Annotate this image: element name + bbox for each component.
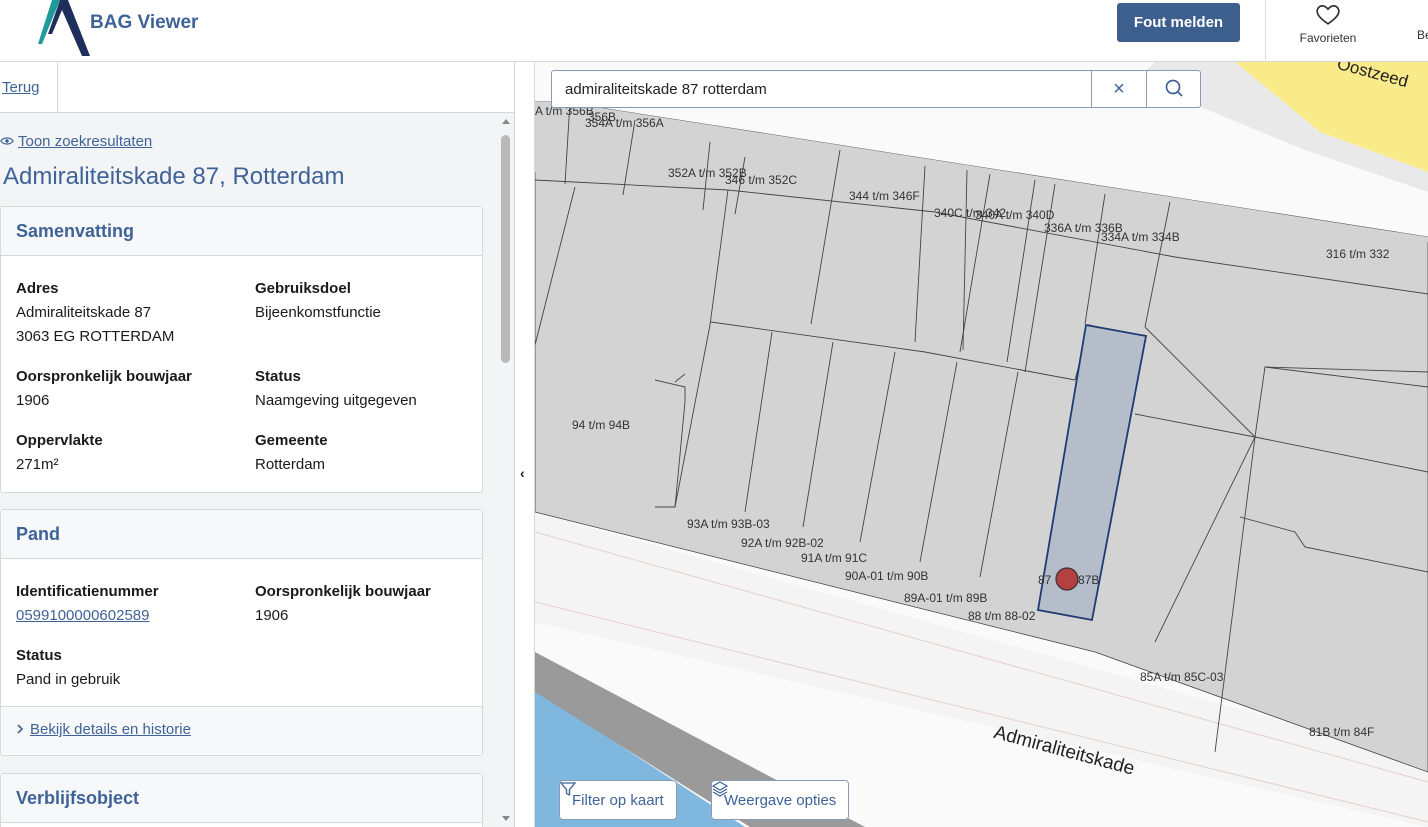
gemeente-value: Rotterdam (255, 456, 326, 473)
parcel-label: 316 t/m 332 (1326, 247, 1390, 261)
scroll-up-arrow-icon[interactable] (502, 119, 510, 124)
status-value: Naamgeving uitgegeven (255, 392, 417, 409)
bouwjaar-label: Oorspronkelijk bouwjaar (16, 368, 192, 385)
bouwjaar-value: 1906 (16, 392, 50, 409)
scroll-down-arrow-icon[interactable] (502, 816, 510, 821)
location-marker-icon[interactable] (1055, 567, 1079, 591)
back-link[interactable]: Terug (2, 79, 40, 96)
parcel-label: 88 t/m 88-02 (968, 609, 1036, 623)
parcel-label: 92A t/m 92B-02 (741, 536, 824, 550)
search-input[interactable] (552, 71, 1091, 107)
summary-card: Samenvatting Adres Admiraliteitskade 87 … (0, 206, 483, 493)
pand-id-field: Identificatienummer 0599100000602589 (16, 580, 159, 628)
parcel-label: 90A-01 t/m 90B (845, 569, 929, 583)
header-divider (1265, 0, 1266, 62)
parcel-label: 87 (1038, 573, 1052, 587)
pand-heading: Pand (1, 510, 482, 559)
filter-on-map-label: Filter op kaart (572, 791, 664, 809)
parcel-label: 91A t/m 91C (801, 551, 868, 565)
pand-status-label: Status (16, 647, 62, 664)
report-error-button[interactable]: Fout melden (1117, 3, 1240, 42)
app-header: BAG Viewer Fout melden Favorieten Be (0, 0, 1428, 62)
back-bar: Terug (0, 62, 514, 113)
parcel-label: 334A t/m 334B (1101, 230, 1180, 244)
app-title[interactable]: BAG Viewer (90, 12, 198, 34)
search-icon (1165, 79, 1183, 97)
page-title: Admiraliteitskade 87, Rotterdam (3, 163, 345, 190)
parcel-label: 89A-01 t/m 89B (904, 591, 988, 605)
pand-bouwjaar-value: 1906 (255, 607, 289, 624)
pand-bouwjaar-label: Oorspronkelijk bouwjaar (255, 583, 431, 600)
view-options-label: Weergave opties (724, 791, 837, 809)
panel-scrollbar[interactable] (497, 113, 514, 827)
favorites-button[interactable]: Favorieten (1290, 0, 1366, 62)
clear-search-icon[interactable]: × (1091, 71, 1146, 107)
pand-status-field: Status Pand in gebruik (16, 644, 120, 692)
details-history-label: Bekijk details en historie (30, 721, 191, 738)
parcel-label: 354A t/m 356A (585, 116, 664, 130)
gebruiksdoel-field: Gebruiksdoel Bijeenkomstfunctie (255, 277, 381, 325)
collapse-panel-handle[interactable]: ‹ (515, 62, 535, 827)
heart-icon (1316, 5, 1340, 25)
details-history-link[interactable]: Bekijk details en historie (1, 706, 482, 754)
parcel-label: 85A t/m 85C-03 (1140, 670, 1224, 684)
pand-id-link[interactable]: 0599100000602589 (16, 607, 149, 624)
adres-label: Adres (16, 280, 59, 297)
show-results-label: Toon zoekresultaten (18, 133, 153, 150)
oppervlakte-value: 271m² (16, 456, 59, 473)
details-panel: Terug Toon zoekresultaten Admiraliteitsk… (0, 62, 515, 827)
oppervlakte-field: Oppervlakte 271m² (16, 429, 103, 477)
pand-id-label: Identificatienummer (16, 583, 159, 600)
scroll-thumb[interactable] (501, 135, 510, 363)
layers-icon (712, 781, 728, 797)
parcel-label: 81B t/m 84F (1309, 725, 1375, 739)
status-label: Status (255, 368, 301, 385)
chevron-left-icon: ‹ (520, 465, 525, 481)
map-view[interactable]: A t/m 356B 356B 354A t/m 356A 352A t/m 3… (535, 62, 1428, 827)
filter-icon (560, 782, 576, 797)
chevron-right-icon (17, 724, 24, 734)
gemeente-label: Gemeente (255, 432, 328, 449)
gemeente-field: Gemeente Rotterdam (255, 429, 328, 477)
adres-line1: Admiraliteitskade 87 (16, 304, 152, 321)
bouwjaar-field: Oorspronkelijk bouwjaar 1906 (16, 365, 192, 413)
back-separator (57, 62, 58, 113)
search-button[interactable] (1146, 71, 1200, 107)
adres-line2: 3063 EG ROTTERDAM (16, 328, 175, 345)
parcel-label: 340A t/m 340D (975, 208, 1055, 222)
verblijfsobject-heading: Verblijfsobject (1, 774, 482, 823)
gebruiksdoel-label: Gebruiksdoel (255, 280, 351, 297)
clipped-header-label[interactable]: Be (1417, 28, 1428, 42)
summary-heading: Samenvatting (1, 207, 482, 256)
bag-logo-icon[interactable] (38, 0, 90, 56)
pand-card: Pand Identificatienummer 059910000060258… (0, 509, 483, 756)
parcel-label: 346 t/m 352C (725, 173, 798, 187)
pand-status-value: Pand in gebruik (16, 671, 121, 688)
filter-on-map-button[interactable]: Filter op kaart (559, 780, 677, 820)
parcel-label: 87B (1078, 573, 1100, 587)
oppervlakte-label: Oppervlakte (16, 432, 103, 449)
eye-icon (0, 137, 14, 145)
adres-field: Adres Admiraliteitskade 87 3063 EG ROTTE… (16, 277, 174, 349)
status-field: Status Naamgeving uitgegeven (255, 365, 417, 413)
favorites-label: Favorieten (1299, 31, 1357, 45)
pand-bouwjaar-field: Oorspronkelijk bouwjaar 1906 (255, 580, 431, 628)
address-search: × (551, 70, 1201, 108)
show-results-link[interactable]: Toon zoekresultaten (0, 133, 152, 150)
gebruiksdoel-value: Bijeenkomstfunctie (255, 304, 381, 321)
parcel-label: 93A t/m 93B-03 (687, 517, 770, 531)
parcel-label: 94 t/m 94B (572, 418, 631, 432)
view-options-button[interactable]: Weergave opties (711, 780, 850, 820)
parcel-label: 344 t/m 346F (849, 189, 920, 203)
verblijfsobject-card: Verblijfsobject (0, 773, 483, 827)
